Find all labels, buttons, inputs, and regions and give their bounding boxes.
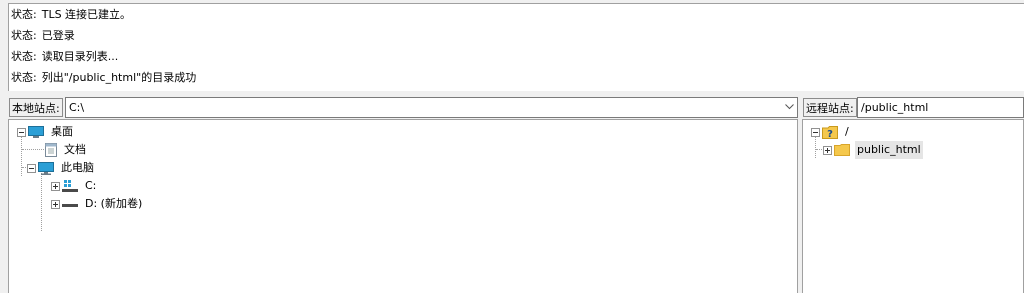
remote-site-label: 远程站点: <box>803 98 857 117</box>
unknown-folder-icon: ? <box>822 125 838 139</box>
log-line: 状态: 读取目录列表... <box>9 46 1024 67</box>
log-line: 状态: 已登录 <box>9 25 1024 46</box>
expand-icon[interactable] <box>51 181 60 191</box>
document-icon <box>45 143 57 157</box>
drive-icon <box>62 198 78 210</box>
desktop-icon <box>28 126 44 138</box>
tree-item-label: D: (新加卷) <box>85 197 143 210</box>
tree-item-desktop[interactable]: 桌面 <box>17 123 75 141</box>
tree-item-drive-c[interactable]: C: <box>37 177 98 195</box>
remote-site-bar: 远程站点: <box>802 96 1024 119</box>
log-status-label: 状态: <box>11 8 37 21</box>
collapse-icon[interactable] <box>811 127 820 137</box>
log-line: 状态: 列出"/public_html"的目录成功 <box>9 67 1024 88</box>
tree-connector <box>22 149 44 151</box>
remote-directory-tree[interactable]: ? / public_html <box>802 119 1024 293</box>
expand-icon[interactable] <box>51 199 60 209</box>
remote-site-pane: 远程站点: ? / public_html <box>802 96 1024 293</box>
log-message: 列出"/public_html"的目录成功 <box>41 71 197 84</box>
collapse-icon[interactable] <box>27 163 36 173</box>
local-site-pane: 本地站点: 桌面 文档 <box>8 96 798 293</box>
tree-item-documents[interactable]: 文档 <box>22 141 88 159</box>
log-status-label: 状态: <box>11 29 37 42</box>
expand-icon[interactable] <box>823 145 832 155</box>
tree-item-label: 桌面 <box>51 125 73 138</box>
tree-item-this-pc[interactable]: 此电脑 <box>22 159 96 177</box>
local-path-input[interactable] <box>65 97 798 118</box>
log-message: 已登录 <box>41 29 75 42</box>
local-site-bar: 本地站点: <box>8 96 798 119</box>
tree-item-drive-d[interactable]: D: (新加卷) <box>37 195 144 213</box>
tree-item-public-html[interactable]: public_html <box>816 141 923 159</box>
chevron-down-icon[interactable] <box>784 102 794 112</box>
tree-item-label: public_html <box>855 141 923 159</box>
log-status-label: 状态: <box>11 50 37 63</box>
log-status-label: 状态: <box>11 71 37 84</box>
folder-icon <box>834 144 850 156</box>
system-drive-icon <box>62 180 78 192</box>
tree-item-label: 此电脑 <box>61 161 94 174</box>
log-line: 状态: TLS 连接已建立。 <box>9 4 1024 25</box>
message-log[interactable]: 状态: TLS 连接已建立。 状态: 已登录 状态: 读取目录列表... 状态: 列出"… <box>8 3 1024 91</box>
tree-connector <box>816 149 822 151</box>
svg-text:?: ? <box>827 129 833 139</box>
tree-item-remote-root[interactable]: ? / <box>811 123 851 141</box>
tree-item-label: 文档 <box>64 143 86 156</box>
computer-icon <box>38 161 54 175</box>
log-message: 读取目录列表... <box>41 50 119 63</box>
collapse-icon[interactable] <box>17 127 26 137</box>
local-directory-tree[interactable]: 桌面 文档 此电脑 C: D: (新加卷) <box>8 119 798 293</box>
tree-item-label: / <box>845 125 849 138</box>
tree-item-label: C: <box>85 179 97 192</box>
remote-path-input[interactable] <box>857 97 1024 118</box>
local-site-label: 本地站点: <box>9 98 63 117</box>
log-message: TLS 连接已建立。 <box>41 8 132 21</box>
